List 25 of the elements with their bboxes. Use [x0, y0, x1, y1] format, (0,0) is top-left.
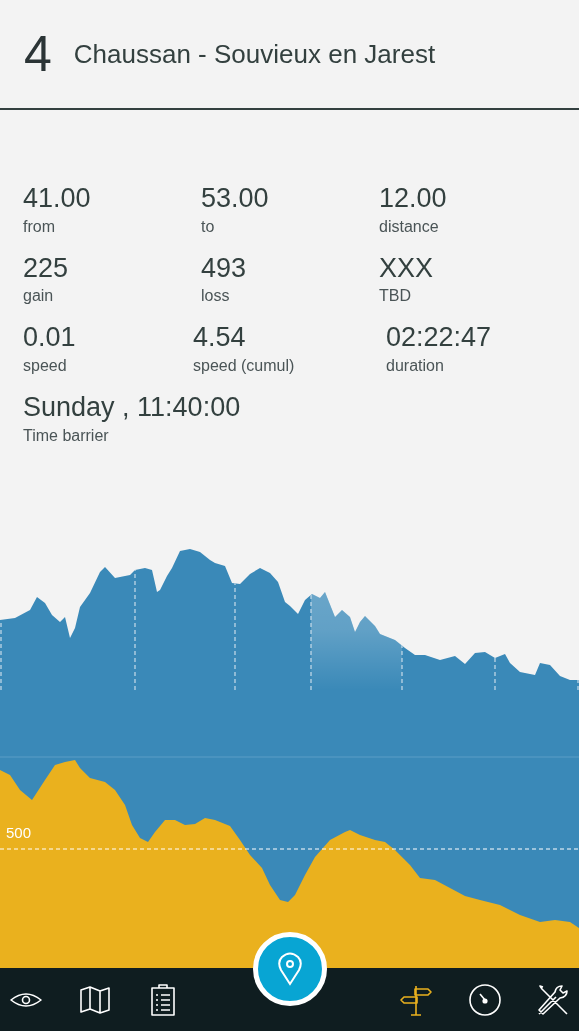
stat-value: 41.00 [23, 184, 92, 214]
stat-label: speed (cumul) [193, 357, 296, 376]
stat-value: 493 [201, 253, 248, 284]
stat-value: 53.00 [201, 184, 270, 214]
stage-title: Chaussan - Souvieux en Jarest [73, 38, 436, 70]
stat-label: from [23, 217, 56, 236]
stat-value: 0.01 [23, 323, 77, 354]
stat-value: 4.54 [193, 323, 247, 354]
stat-label: loss [201, 287, 231, 306]
tools-icon[interactable] [536, 982, 570, 1017]
elevation-label: 500 [6, 824, 32, 841]
time-barrier-label: Time barrier [23, 426, 110, 445]
stat-value: XXX [379, 253, 435, 284]
stat-label: distance [379, 217, 440, 236]
gauge-icon[interactable] [467, 982, 502, 1017]
stat-label: gain [23, 287, 55, 306]
stat-value: 02:22:47 [386, 323, 493, 354]
stage-number: 4 [24, 29, 52, 79]
stat-label: to [201, 217, 216, 236]
stat-label: duration [386, 357, 445, 376]
stat-value: 12.00 [379, 184, 448, 214]
time-barrier-value: Sunday , 11:40:00 [23, 393, 242, 423]
stat-label: TBD [379, 287, 412, 306]
stat-value: 225 [23, 253, 70, 284]
stat-label: speed [23, 357, 68, 376]
